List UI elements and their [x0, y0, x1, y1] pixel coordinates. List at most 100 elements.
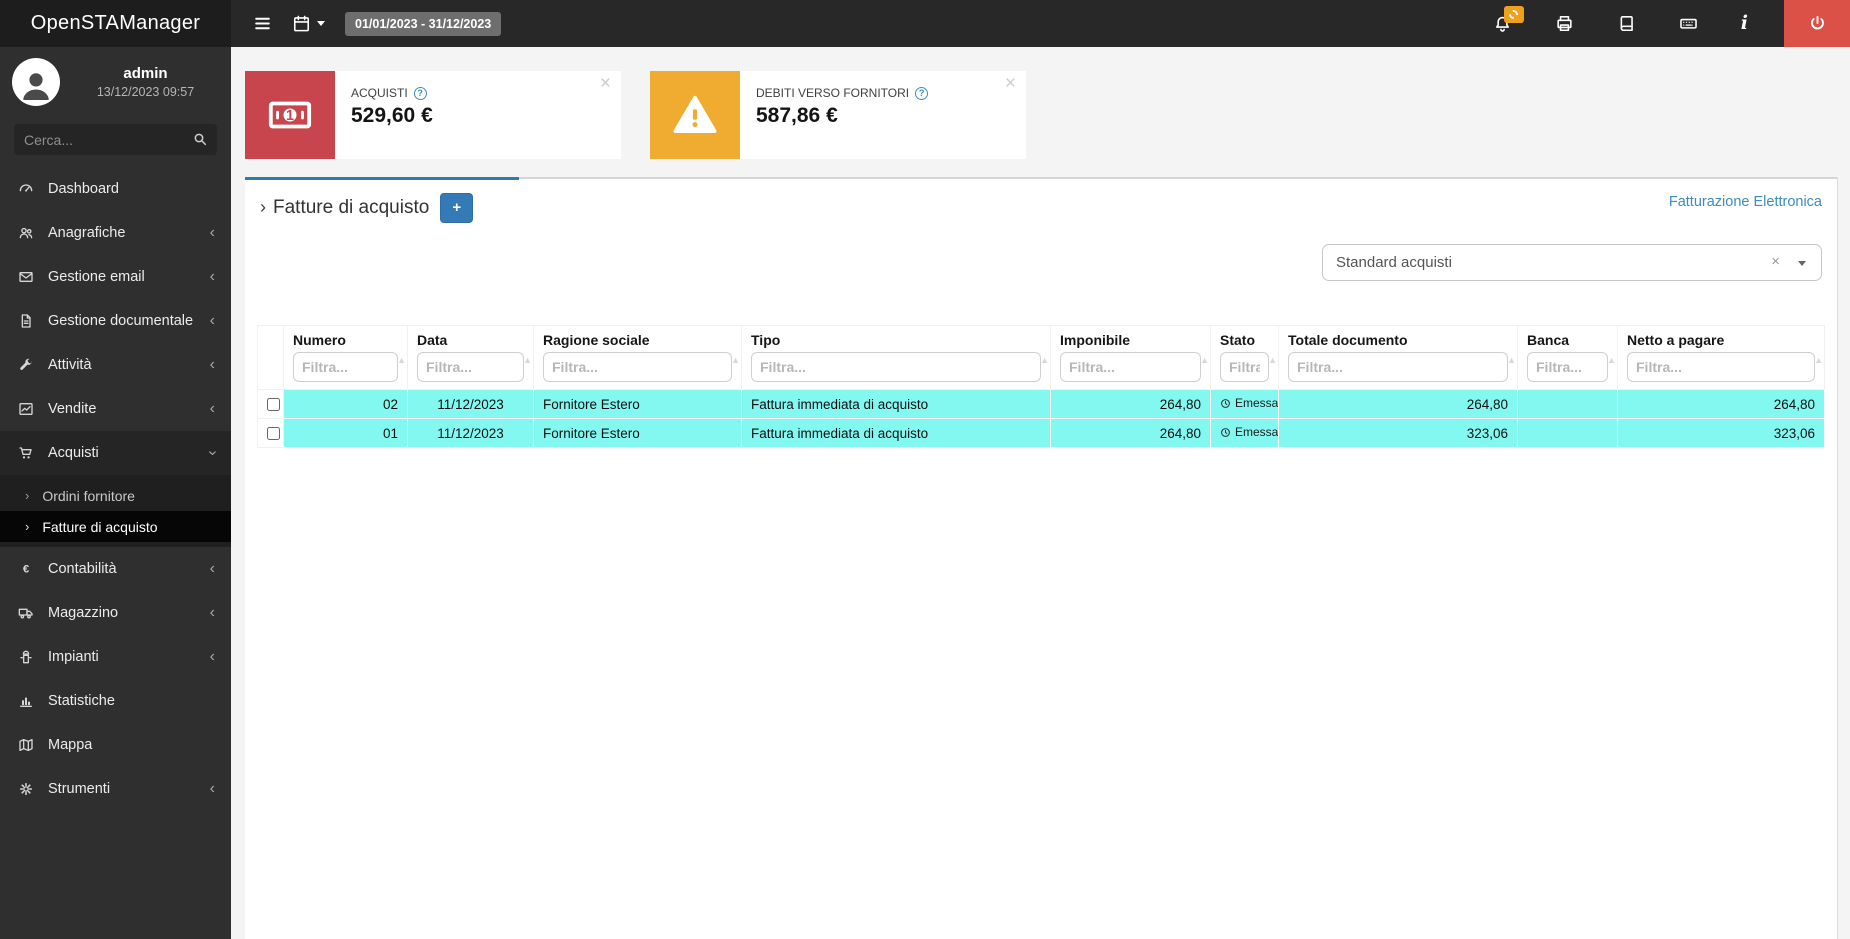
- sidebar-item-gestione-email[interactable]: Gestione email ‹: [0, 255, 231, 299]
- users-icon: [18, 225, 45, 241]
- print-icon[interactable]: [1555, 14, 1574, 33]
- filter-input-data[interactable]: [417, 352, 524, 382]
- chevron-left-icon: ‹: [209, 400, 215, 417]
- sidebar-subitem-fatture-di-acquisto[interactable]: › Fatture di acquisto: [0, 511, 231, 542]
- column-label: Numero: [293, 332, 346, 348]
- column-label: Banca: [1527, 332, 1570, 348]
- sidebar-item-anagrafiche[interactable]: Anagrafiche ‹: [0, 211, 231, 255]
- row-checkbox[interactable]: [267, 427, 280, 441]
- sidebar-item-label: Impianti: [48, 649, 99, 665]
- column-header-ragione-sociale: Ragione sociale ▲: [533, 325, 742, 390]
- sort-icon[interactable]: ▲: [731, 355, 740, 365]
- column-label: Totale documento: [1288, 332, 1408, 348]
- filter-input-netto_a_pagare[interactable]: [1627, 352, 1815, 382]
- documentation-book-icon[interactable]: [1617, 14, 1636, 33]
- chevron-right-icon: ›: [25, 488, 30, 503]
- sort-icon[interactable]: ▲: [523, 355, 532, 365]
- column-header-checkbox: [257, 325, 284, 390]
- view-select-value: Standard acquisti: [1336, 254, 1452, 271]
- sort-icon[interactable]: ▲: [1814, 355, 1823, 365]
- sidebar-toggle-button[interactable]: [253, 14, 272, 33]
- cell-banca: [1517, 389, 1618, 419]
- chart-line-icon: [18, 401, 45, 417]
- help-icon[interactable]: ?: [915, 86, 929, 100]
- summary-card-acquisti: 1 ACQUISTI? 529,60 € ×: [245, 71, 621, 159]
- app-logo[interactable]: OpenSTAManager: [0, 0, 231, 47]
- sidebar-subitem-ordini-fornitore[interactable]: › Ordini fornitore: [0, 480, 231, 511]
- fatturazione-elettronica-link[interactable]: Fatturazione Elettronica: [1669, 194, 1822, 210]
- sort-icon[interactable]: ▲: [1607, 355, 1616, 365]
- tab-fatture-di-acquisto[interactable]: › Fatture di acquisto +: [245, 177, 519, 235]
- sidebar-item-contabilit[interactable]: € Contabilità ‹: [0, 547, 231, 591]
- date-range-badge[interactable]: 01/01/2023 - 31/12/2023: [345, 11, 502, 36]
- search-input[interactable]: [14, 124, 217, 155]
- card-value: 529,60 €: [351, 104, 433, 127]
- sort-icon[interactable]: ▲: [1507, 355, 1516, 365]
- envelope-icon: [18, 269, 45, 285]
- sidebar-item-acquisti[interactable]: Acquisti ‹: [0, 431, 231, 475]
- table-row[interactable]: 01 11/12/2023 Fornitore Estero Fattura imme…: [257, 418, 1825, 448]
- status-badge: Emessa: [1220, 425, 1278, 439]
- sidebar-item-impianti[interactable]: Impianti ‹: [0, 635, 231, 679]
- sidebar-item-strumenti[interactable]: Strumenti ‹: [0, 767, 231, 811]
- cell-value: 264,80: [1466, 396, 1508, 412]
- sidebar-item-label: Strumenti: [48, 781, 111, 797]
- keyboard-shortcuts-icon[interactable]: [1679, 14, 1698, 33]
- sort-icon[interactable]: ▲: [397, 355, 406, 365]
- chevron-down-icon: [317, 21, 325, 26]
- cell-value: Fornitore Estero: [543, 396, 640, 412]
- filter-input-totale_documento[interactable]: [1288, 352, 1508, 382]
- table-header-row: Numero▲Data▲Ragione sociale▲Tipo▲Imponib…: [257, 325, 1825, 390]
- cell-value: 11/12/2023: [437, 425, 504, 441]
- sidebar-item-attivit[interactable]: Attività ‹: [0, 343, 231, 387]
- card-label: ACQUISTI?: [351, 86, 433, 100]
- column-header-tipo: Tipo ▲: [741, 325, 1051, 390]
- invoices-table: Numero▲Data▲Ragione sociale▲Tipo▲Imponib…: [257, 325, 1825, 448]
- card-label: DEBITI VERSO FORNITORI?: [756, 86, 929, 100]
- avatar[interactable]: [12, 58, 60, 106]
- sidebar-item-statistiche[interactable]: Statistiche: [0, 679, 231, 723]
- sidebar-item-label: Statistiche: [48, 693, 115, 709]
- filter-input-banca[interactable]: [1527, 352, 1608, 382]
- status-text: Emessa: [1235, 425, 1279, 440]
- column-label: Ragione sociale: [543, 332, 650, 348]
- row-checkbox[interactable]: [267, 398, 280, 412]
- table-row[interactable]: 02 11/12/2023 Fornitore Estero Fattura imme…: [257, 389, 1825, 419]
- clear-selection-icon[interactable]: ×: [1771, 253, 1780, 270]
- filter-input-numero[interactable]: [293, 352, 398, 382]
- column-label: Netto a pagare: [1627, 332, 1725, 348]
- help-icon[interactable]: ?: [413, 86, 427, 100]
- sort-icon[interactable]: ▲: [1040, 355, 1049, 365]
- sidebar-item-gestione-documentale[interactable]: Gestione documentale ‹: [0, 299, 231, 343]
- sidebar-item-mappa[interactable]: Mappa: [0, 723, 231, 767]
- sidebar-item-magazzino[interactable]: Magazzino ‹: [0, 591, 231, 635]
- login-datetime: 13/12/2023 09:57: [96, 85, 195, 99]
- filter-input-ragione_sociale[interactable]: [543, 352, 732, 382]
- person-icon: [23, 73, 49, 100]
- calendar-menu-button[interactable]: [292, 14, 325, 33]
- euro-icon: €: [18, 561, 45, 577]
- sort-icon[interactable]: ▲: [1200, 355, 1209, 365]
- user-panel: admin 13/12/2023 09:57: [0, 47, 231, 114]
- search-icon[interactable]: [192, 131, 208, 147]
- sort-icon[interactable]: ▲: [1268, 355, 1277, 365]
- filter-input-stato[interactable]: [1220, 352, 1269, 382]
- close-icon[interactable]: ×: [1005, 73, 1016, 96]
- column-label: Imponibile: [1060, 332, 1130, 348]
- view-select[interactable]: Standard acquisti ×: [1322, 244, 1822, 281]
- filter-input-imponibile[interactable]: [1060, 352, 1201, 382]
- column-header-imponibile: Imponibile ▲: [1050, 325, 1211, 390]
- sidebar-item-vendite[interactable]: Vendite ‹: [0, 387, 231, 431]
- sidebar-item-dashboard[interactable]: Dashboard: [0, 167, 231, 211]
- svg-text:1: 1: [286, 108, 294, 124]
- notifications-bell-icon[interactable]: [1493, 6, 1524, 33]
- column-filter: [1288, 352, 1508, 382]
- logout-button[interactable]: [1784, 0, 1850, 47]
- page-title: Fatture di acquisto: [273, 196, 430, 218]
- topbar-actions: i: [1493, 6, 1784, 33]
- add-record-button[interactable]: +: [440, 192, 474, 223]
- sidebar-item-label: Anagrafiche: [48, 225, 126, 241]
- close-icon[interactable]: ×: [600, 73, 611, 96]
- info-icon[interactable]: i: [1741, 14, 1748, 33]
- filter-input-tipo[interactable]: [751, 352, 1041, 382]
